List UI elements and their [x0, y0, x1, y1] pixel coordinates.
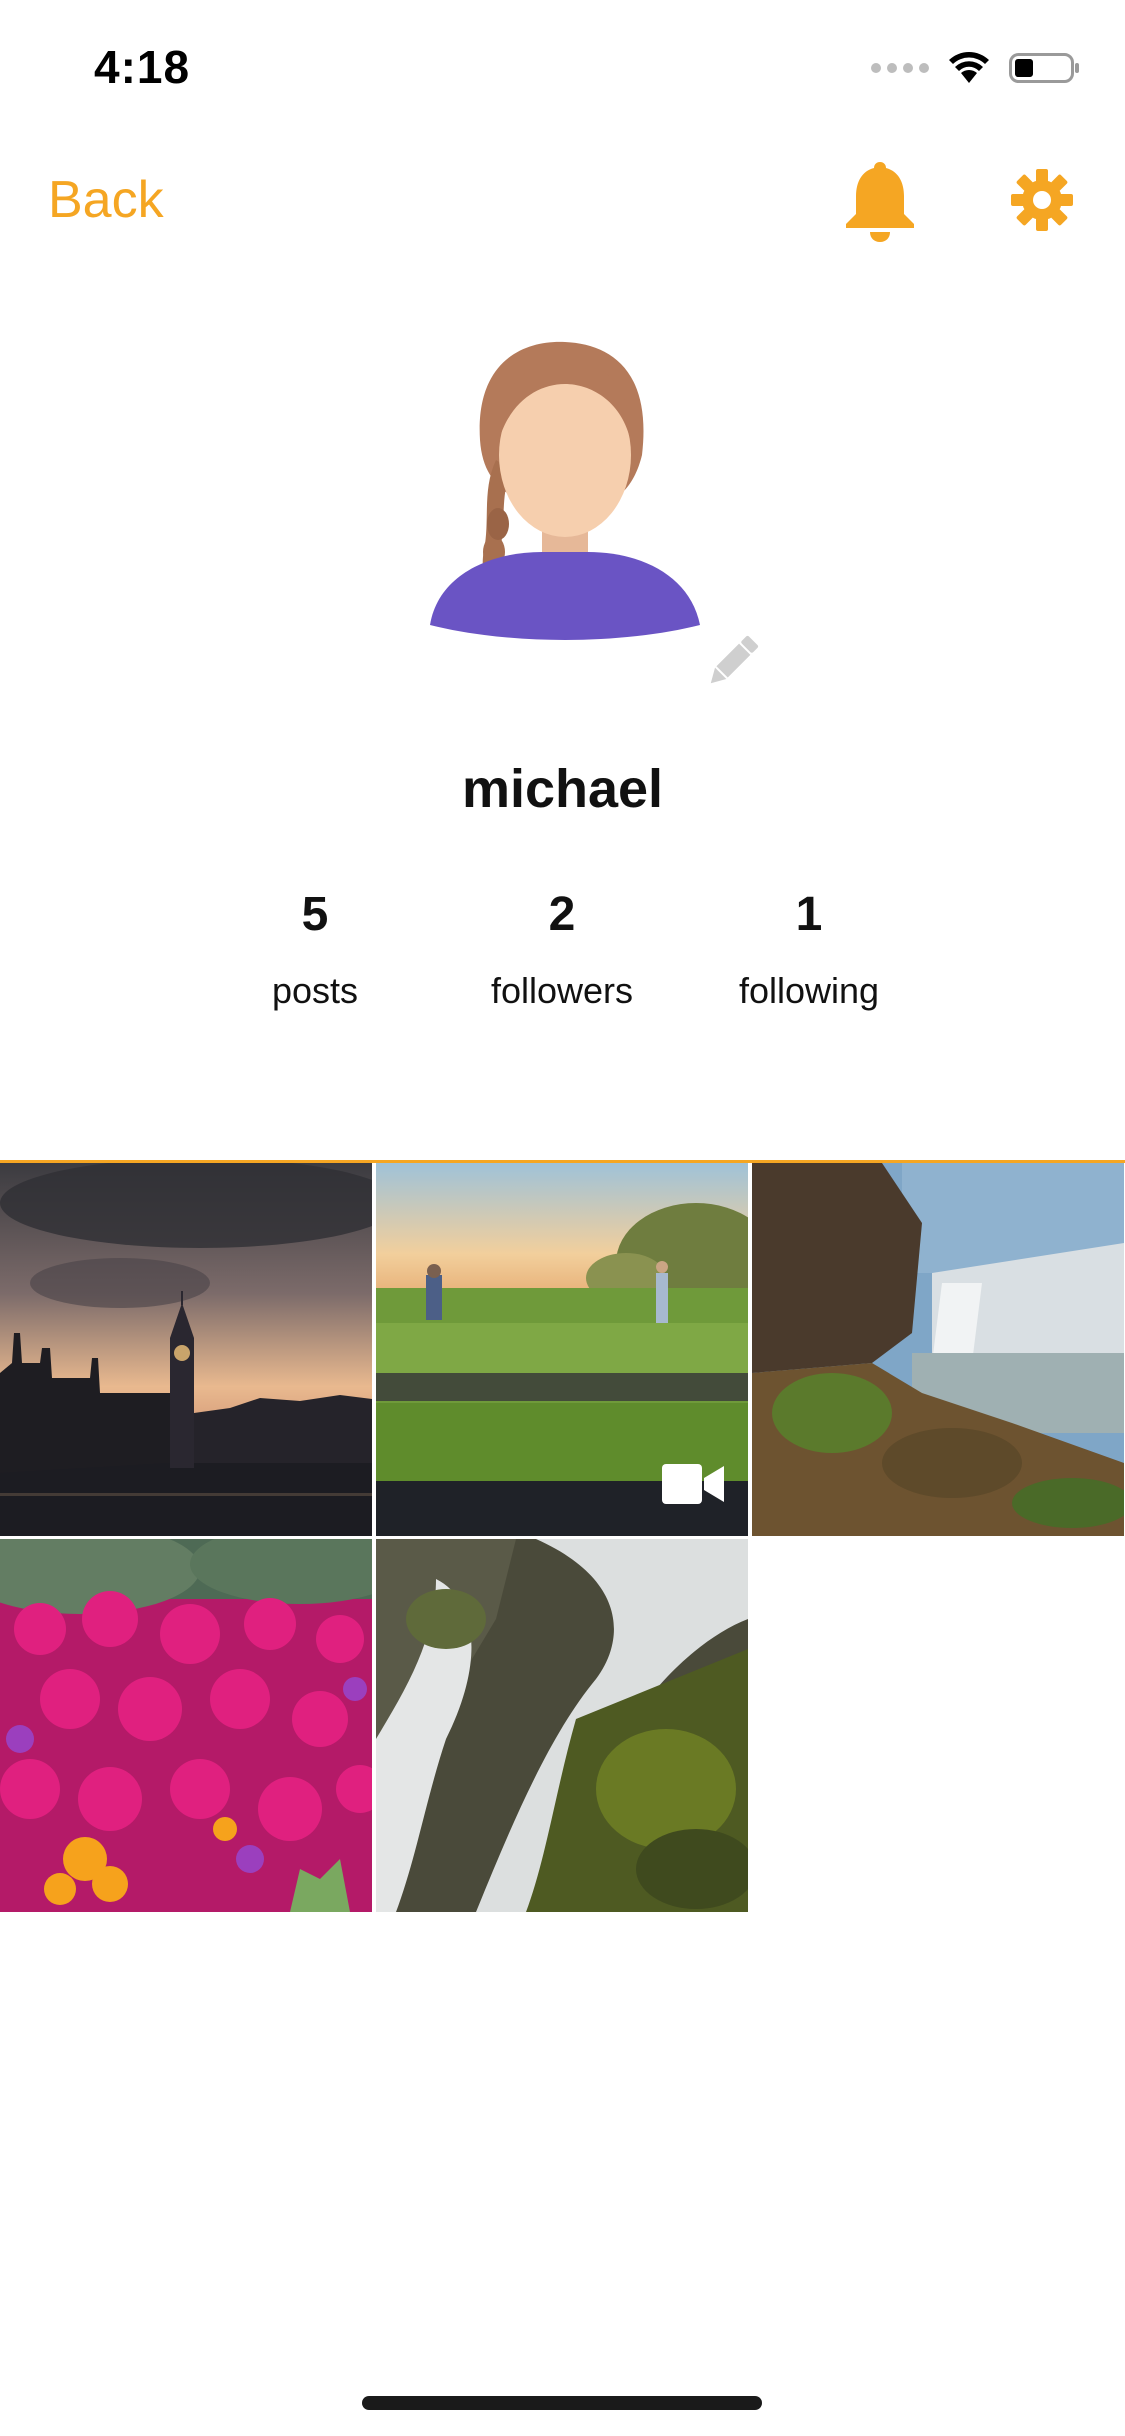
signal-dots-icon — [871, 63, 929, 73]
profile-stats: 5 posts 2 followers 1 following — [0, 880, 1125, 1030]
status-bar: 4:18 — [0, 0, 1125, 130]
stat-label: following — [738, 970, 880, 1011]
status-icons — [871, 46, 1081, 90]
avatar-girl-icon — [430, 341, 700, 640]
stat-value: 2 — [548, 888, 576, 941]
grid-photo-waterfall[interactable] — [752, 1163, 1124, 1536]
pencil-icon[interactable] — [700, 630, 764, 694]
gear-icon[interactable] — [1010, 168, 1074, 232]
grid-photo-big-ben[interactable] — [0, 1163, 372, 1536]
stat-label: posts — [271, 970, 359, 1011]
grid-photo-flowers[interactable] — [0, 1539, 372, 1912]
username: michael — [461, 759, 664, 819]
back-button[interactable]: Back — [48, 170, 164, 230]
status-time: 4:18 — [94, 41, 191, 93]
profile-screen: 4:18 Back michael 5 posts 2 followers 1 … — [0, 0, 1125, 2436]
battery-icon — [1009, 53, 1079, 83]
video-camera-icon — [662, 1464, 724, 1504]
stat-value: 5 — [301, 888, 329, 941]
stat-posts[interactable]: 5 posts — [190, 880, 440, 1012]
stat-label: followers — [490, 970, 634, 1011]
stat-following[interactable]: 1 following — [684, 880, 934, 1012]
stat-followers[interactable]: 2 followers — [437, 880, 687, 1012]
bell-icon[interactable] — [840, 158, 920, 242]
stat-value: 1 — [795, 888, 823, 941]
home-indicator[interactable] — [362, 2396, 762, 2410]
wifi-icon — [949, 52, 989, 83]
grid-video-field[interactable] — [376, 1163, 748, 1536]
nav-bar: Back — [0, 150, 1125, 250]
grid-photo-mossy-waterfall[interactable] — [376, 1539, 748, 1912]
